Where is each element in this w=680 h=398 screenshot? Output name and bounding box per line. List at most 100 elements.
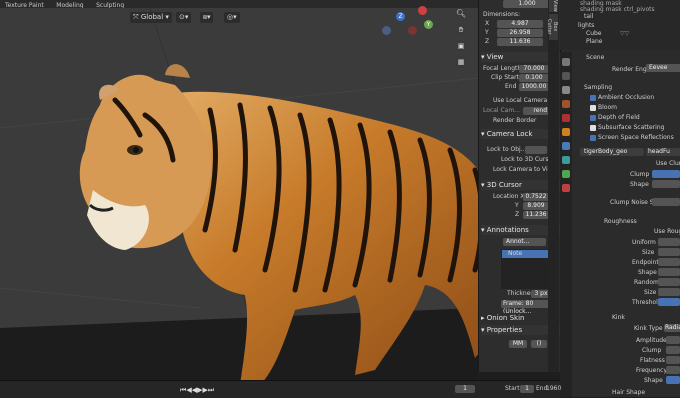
clip-start-field[interactable]: 0.100 bbox=[519, 74, 549, 82]
tab-box-cutter[interactable]: Box Cutter bbox=[546, 14, 558, 40]
annotation-layer-item[interactable]: Note bbox=[502, 250, 548, 258]
local-camera-label: Local Cam... bbox=[483, 107, 520, 114]
clump-noise-size-field[interactable] bbox=[652, 198, 680, 206]
ssr-checkbox[interactable] bbox=[590, 135, 596, 141]
dimensions-label: Dimensions: bbox=[483, 11, 521, 18]
output-tab-icon[interactable] bbox=[562, 86, 570, 94]
playback-controls[interactable]: ⏮◀◀▶▶⏭ bbox=[180, 385, 250, 395]
outliner-item-5[interactable]: Plane bbox=[586, 38, 602, 46]
particles-tab-icon[interactable] bbox=[562, 156, 570, 164]
frame-lock-field[interactable]: Frame: 80 (Unlock... bbox=[501, 300, 553, 315]
threshold-slider[interactable] bbox=[658, 298, 680, 306]
ambient-occlusion-checkbox[interactable] bbox=[590, 95, 596, 101]
clump2-field[interactable] bbox=[666, 346, 680, 354]
navigation-gizmo[interactable]: Z Y bbox=[378, 4, 448, 44]
outliner-item-4[interactable]: Cube bbox=[586, 30, 602, 38]
object-name-field[interactable]: tigerBody_geo bbox=[580, 148, 644, 156]
random-field[interactable] bbox=[658, 278, 680, 286]
dimension-top-field[interactable]: 1.000 bbox=[503, 0, 551, 8]
size2-field[interactable] bbox=[658, 288, 680, 296]
modifier-tab-icon[interactable] bbox=[562, 142, 570, 150]
gizmo-x-axis[interactable] bbox=[418, 6, 427, 15]
roughness-panel-header[interactable]: Roughness bbox=[604, 218, 637, 226]
pan-hand-icon[interactable]: ✋︎ bbox=[455, 24, 467, 36]
size-field[interactable] bbox=[658, 248, 680, 256]
focal-length-field[interactable]: 70.000 bbox=[519, 65, 549, 73]
shape2-field[interactable] bbox=[658, 268, 680, 276]
tiger-model[interactable] bbox=[0, 40, 505, 390]
flatness-field[interactable] bbox=[666, 356, 680, 364]
gizmo-y-axis[interactable]: Y bbox=[424, 20, 433, 29]
modifier-icon: ▽▽ bbox=[620, 30, 630, 37]
modifier-name-field[interactable]: headFu bbox=[646, 148, 680, 156]
shape3-label: Shape bbox=[644, 377, 663, 384]
cursor-location-y-field[interactable]: 8.909 bbox=[523, 202, 549, 210]
dimension-y-field[interactable]: 26.958 bbox=[497, 29, 543, 37]
scene-tab-icon[interactable] bbox=[562, 100, 570, 108]
hair-shape-panel-header[interactable]: Hair Shape bbox=[612, 389, 645, 397]
lock-to-3d-cursor-toggle[interactable]: Lock to 3D Cursor bbox=[501, 156, 555, 164]
pivot-point-button[interactable]: ⊙▾ bbox=[176, 12, 192, 23]
pivot-icon: ⊙▾ bbox=[179, 13, 189, 21]
kink-panel-header[interactable]: Kink bbox=[612, 314, 625, 322]
snap-button[interactable]: ⩎▾ bbox=[200, 12, 214, 23]
subsurface-scattering-checkbox[interactable] bbox=[590, 125, 596, 131]
timeline: ⏮◀◀▶▶⏭ 1 Start 1 End 1960 bbox=[0, 380, 561, 398]
clip-end-field[interactable]: 1000.00 bbox=[519, 83, 549, 91]
start-frame-label: Start bbox=[505, 385, 520, 392]
ambient-occlusion-label: Ambient Occlusion bbox=[598, 94, 655, 101]
depth-of-field-checkbox[interactable] bbox=[590, 115, 596, 121]
gizmo-z-axis[interactable]: Z bbox=[396, 12, 405, 21]
outliner-item-2[interactable]: tail bbox=[584, 13, 593, 21]
kink-type-dropdown[interactable]: Radia bbox=[664, 324, 680, 332]
frequency-label: Frequency bbox=[636, 367, 667, 374]
use-roughness-toggle[interactable]: Use Rough bbox=[654, 228, 680, 236]
render-border-toggle[interactable]: Render Border bbox=[493, 117, 536, 125]
magnet-icon: ⩎▾ bbox=[203, 13, 211, 21]
use-clump-toggle[interactable]: Use Clump bbox=[656, 160, 680, 168]
start-frame-field[interactable]: 1 bbox=[520, 385, 534, 393]
proportional-edit-button[interactable]: ◎▾ bbox=[224, 12, 240, 23]
mm-button[interactable]: MM bbox=[509, 340, 527, 348]
dim-y-axis-label: Y bbox=[485, 29, 489, 36]
clump-slider[interactable] bbox=[652, 170, 680, 178]
end-frame-field[interactable]: 1960 bbox=[546, 385, 561, 393]
local-camera-field[interactable]: rend bbox=[523, 107, 549, 115]
cursor-location-z-field[interactable]: 11.236 bbox=[523, 211, 549, 219]
amplitude-field[interactable] bbox=[666, 336, 680, 344]
annotation-layer-list[interactable]: Note bbox=[501, 249, 549, 289]
physics-tab-icon[interactable] bbox=[562, 170, 570, 178]
endpoint-field[interactable] bbox=[658, 258, 680, 266]
use-local-camera-toggle[interactable]: Use Local Camera bbox=[493, 97, 547, 105]
gizmo-neg-z[interactable] bbox=[382, 26, 391, 35]
material-tab-icon[interactable] bbox=[562, 184, 570, 192]
tab-view[interactable]: View bbox=[549, 0, 558, 12]
object-tab-icon[interactable] bbox=[562, 128, 570, 136]
lock-camera-to-view-toggle[interactable]: Lock Camera to View bbox=[493, 166, 556, 174]
shape3-slider[interactable] bbox=[666, 376, 680, 384]
zoom-icon[interactable]: 🔍︎ bbox=[455, 8, 467, 20]
dimension-z-field[interactable]: 11.636 bbox=[497, 38, 543, 46]
focal-length-label: Focal Length bbox=[483, 65, 522, 72]
outliner-item-3[interactable]: lights bbox=[578, 22, 594, 30]
shape-slider[interactable] bbox=[652, 180, 680, 188]
size-label: Size bbox=[642, 249, 655, 256]
gizmo-neg-x[interactable] bbox=[408, 26, 417, 35]
jump-end-icon[interactable]: ⏭ bbox=[208, 386, 214, 394]
dimension-x-field[interactable]: 4.987 bbox=[497, 20, 543, 28]
uniform-field[interactable] bbox=[658, 238, 680, 246]
cursor-location-x-field[interactable]: 0.7522 bbox=[523, 193, 549, 201]
sampling-panel-header[interactable]: Sampling bbox=[584, 84, 612, 92]
world-tab-icon[interactable] bbox=[562, 114, 570, 122]
frequency-field[interactable] bbox=[666, 366, 680, 374]
annotation-datablock-field[interactable]: Annot... bbox=[503, 238, 546, 246]
transform-orientation-dropdown[interactable]: ⤧ Global ▾ bbox=[130, 12, 172, 23]
clip-end-label: End bbox=[505, 83, 517, 90]
tool-tab-icon[interactable] bbox=[562, 58, 570, 66]
current-frame-field[interactable]: 1 bbox=[455, 385, 475, 393]
render-engine-dropdown[interactable]: Eevee bbox=[646, 64, 680, 72]
lock-to-object-field[interactable] bbox=[525, 146, 547, 154]
settings-button[interactable]: () bbox=[531, 340, 547, 348]
bloom-checkbox[interactable] bbox=[590, 105, 596, 111]
render-tab-icon[interactable] bbox=[562, 72, 570, 80]
